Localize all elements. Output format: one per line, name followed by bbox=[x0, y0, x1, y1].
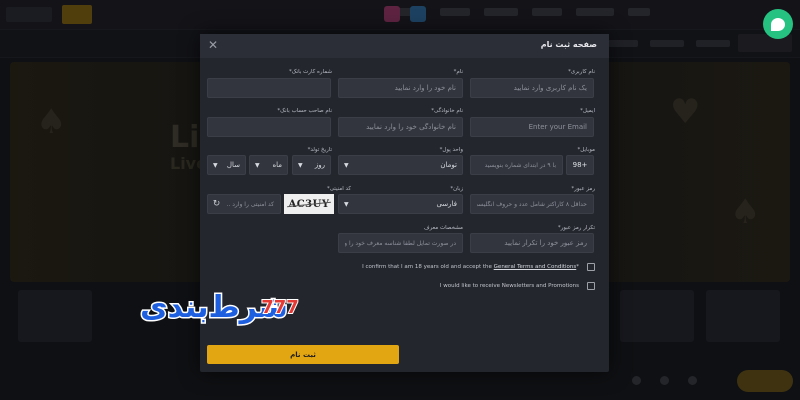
currency-label: واحد پول* bbox=[439, 147, 463, 153]
password-label: رمز عبور* bbox=[571, 186, 595, 192]
email-label: ایمیل* bbox=[580, 108, 595, 114]
password-input[interactable] bbox=[470, 194, 594, 214]
chevron-down-icon: ▼ bbox=[255, 161, 260, 169]
currency-select[interactable]: ▼ تومان bbox=[338, 155, 463, 175]
last-name-label: نام خانوادگی* bbox=[431, 108, 463, 114]
modal-header: صفحه ثبت نام ✕ bbox=[200, 34, 609, 58]
chat-button[interactable] bbox=[763, 9, 793, 39]
chevron-down-icon: ▼ bbox=[344, 200, 349, 208]
newsletter-text: I would like to receive Newsletters and … bbox=[439, 283, 579, 289]
card-number-label: شماره کارت بانک* bbox=[288, 69, 332, 75]
newsletter-checkbox[interactable] bbox=[587, 282, 595, 290]
register-button[interactable]: ثبت نام bbox=[207, 345, 399, 364]
watermark-number: 777 bbox=[261, 297, 299, 318]
chevron-down-icon: ▼ bbox=[213, 161, 218, 169]
newsletter-row: I would like to receive Newsletters and … bbox=[440, 282, 595, 290]
language-label: زبان* bbox=[450, 186, 463, 192]
modal-title: صفحه ثبت نام bbox=[540, 40, 597, 49]
birth-day-select[interactable]: ▼ روز bbox=[292, 155, 331, 175]
birth-month-select[interactable]: ▼ ماه bbox=[249, 155, 288, 175]
captcha-label: کد امنیتی* bbox=[326, 186, 351, 192]
watermark-logo: شرط‌بندی 777 bbox=[104, 283, 304, 329]
terms-suffix: * bbox=[576, 264, 579, 270]
birth-date-label: تاریخ تولد* bbox=[307, 147, 332, 153]
first-name-label: نام* bbox=[453, 69, 463, 75]
card-number-input[interactable] bbox=[207, 78, 331, 98]
username-label: نام کاربری* bbox=[568, 69, 595, 75]
birth-month-value: ماه bbox=[272, 161, 282, 169]
chevron-down-icon: ▼ bbox=[344, 161, 349, 169]
mobile-input[interactable] bbox=[470, 155, 563, 175]
chevron-down-icon: ▼ bbox=[298, 161, 303, 169]
terms-prefix: I confirm that I am 18 years old and acc… bbox=[362, 264, 494, 270]
language-value: فارسی bbox=[436, 200, 457, 208]
password-confirm-input[interactable] bbox=[470, 233, 594, 253]
language-select[interactable]: ▼ فارسی bbox=[338, 194, 463, 214]
first-name-input[interactable] bbox=[338, 78, 463, 98]
currency-value: تومان bbox=[440, 161, 457, 169]
birth-year-value: سال bbox=[226, 161, 240, 169]
birth-year-select[interactable]: ▼ سال bbox=[207, 155, 246, 175]
last-name-input[interactable] bbox=[338, 117, 463, 137]
chat-bubble-icon bbox=[771, 17, 785, 31]
terms-text: I confirm that I am 18 years old and acc… bbox=[362, 264, 579, 270]
country-code[interactable]: 98+ bbox=[566, 155, 594, 175]
referrer-label: مشخصات معرف bbox=[423, 225, 463, 231]
account-holder-label: نام صاحب حساب بانک* bbox=[277, 108, 332, 114]
email-input[interactable] bbox=[470, 117, 594, 137]
terms-checkbox[interactable] bbox=[587, 263, 595, 271]
username-input[interactable] bbox=[470, 78, 594, 98]
refresh-icon[interactable]: ↻ bbox=[211, 199, 222, 210]
mobile-label: موبایل* bbox=[577, 147, 595, 153]
birth-day-value: روز bbox=[314, 161, 325, 169]
close-icon[interactable]: ✕ bbox=[206, 38, 220, 52]
terms-link[interactable]: General Terms and Conditions bbox=[494, 264, 577, 270]
referrer-input[interactable] bbox=[338, 233, 463, 253]
password-confirm-label: تکرار رمز عبور* bbox=[557, 225, 595, 231]
captcha-image: AC3UY bbox=[284, 194, 334, 214]
account-holder-input[interactable] bbox=[207, 117, 331, 137]
terms-row: I confirm that I am 18 years old and acc… bbox=[362, 263, 595, 271]
